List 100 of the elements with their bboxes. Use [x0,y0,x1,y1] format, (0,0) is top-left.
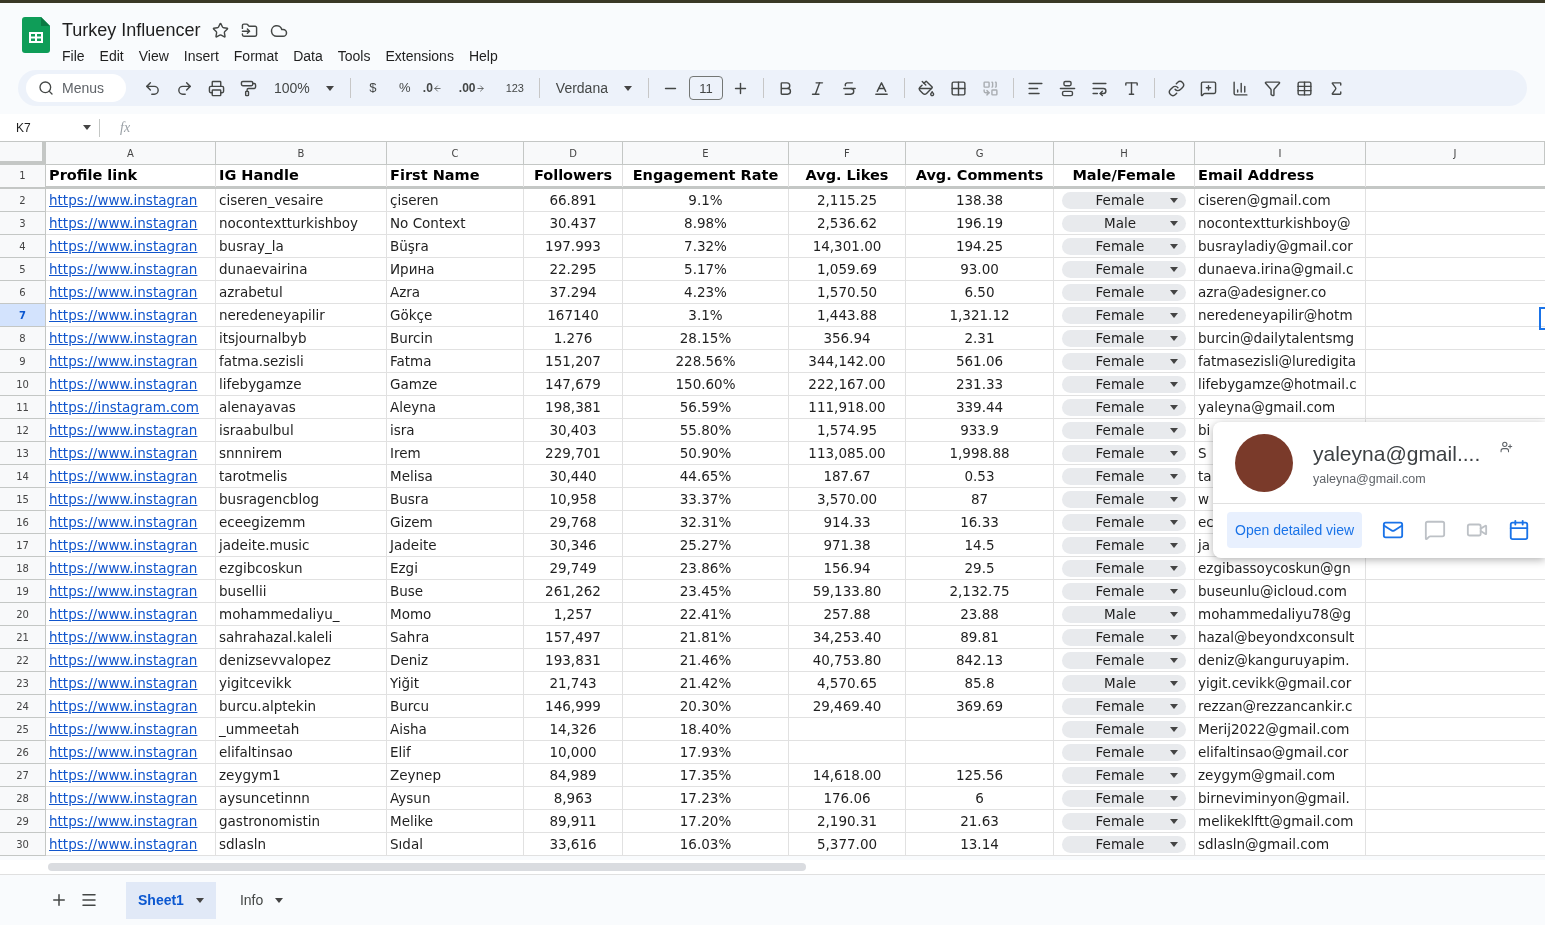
profile-link[interactable]: https://www.instagran [49,488,198,510]
profile-link[interactable]: https://www.instagran [49,189,198,211]
row-number[interactable]: 29 [0,810,46,833]
row-number[interactable]: 25 [0,718,46,741]
decrease-decimals-button[interactable]: .0 [422,79,455,97]
add-sheet-icon[interactable] [50,891,68,909]
profile-link[interactable]: https://www.instagran [49,419,198,441]
profile-link[interactable]: https://www.instagran [49,626,198,648]
menu-item[interactable]: Edit [92,46,131,67]
column-header[interactable]: G [906,142,1054,165]
row-number[interactable]: 20 [0,603,46,626]
calendar-icon[interactable] [1508,519,1531,541]
profile-link[interactable]: https://www.instagran [49,649,198,671]
profile-link[interactable]: https://www.instagran [49,511,198,533]
profile-link[interactable]: https://www.instagran [49,603,198,625]
row-number[interactable]: 14 [0,465,46,488]
column-header[interactable]: F [789,142,906,165]
gender-dropdown[interactable]: Female [1062,582,1186,600]
row-number[interactable]: 7 [0,304,46,327]
row-number[interactable]: 6 [0,281,46,304]
profile-link[interactable]: https://www.instagran [49,212,198,234]
folder-icon[interactable] [241,22,259,39]
gender-dropdown[interactable]: Female [1062,467,1186,485]
profile-link[interactable]: https://www.instagran [49,235,198,257]
profile-link[interactable]: https://www.instagran [49,810,198,832]
row-number[interactable]: 27 [0,764,46,787]
gender-dropdown[interactable]: Female [1062,421,1186,439]
row-number[interactable]: 9 [0,350,46,373]
column-header[interactable]: A [46,142,216,165]
row-number[interactable]: 17 [0,534,46,557]
row-number[interactable]: 24 [0,695,46,718]
star-icon[interactable] [212,22,230,39]
cell-reference[interactable]: K7 [16,118,31,137]
menu-item[interactable]: View [131,46,176,67]
profile-link[interactable]: https://www.instagran [49,695,198,717]
menu-item[interactable]: Format [226,46,286,67]
profile-link[interactable]: https://www.instagran [49,833,198,855]
currency-button[interactable]: $ [358,78,387,98]
column-header[interactable]: I [1195,142,1366,165]
menus-search-field[interactable]: Menus [26,74,126,102]
all-sheets-icon[interactable] [80,891,98,909]
row-number[interactable]: 28 [0,787,46,810]
gender-dropdown[interactable]: Female [1062,352,1186,370]
row-number[interactable]: 5 [0,258,46,281]
menu-item[interactable]: Help [461,46,505,67]
gender-dropdown[interactable]: Female [1062,444,1186,462]
gender-dropdown[interactable]: Male [1062,605,1186,623]
profile-link[interactable]: https://www.instagran [49,787,198,809]
gender-dropdown[interactable]: Female [1062,191,1186,209]
gender-dropdown[interactable]: Female [1062,283,1186,301]
row-number[interactable]: 13 [0,442,46,465]
menu-item[interactable]: File [55,46,92,67]
profile-link[interactable]: https://www.instagran [49,327,198,349]
gender-dropdown[interactable]: Female [1062,398,1186,416]
profile-link[interactable]: https://www.instagran [49,580,198,602]
gender-dropdown[interactable]: Female [1062,329,1186,347]
gender-dropdown[interactable]: Female [1062,743,1186,761]
font-dropdown[interactable]: Verdana [547,77,640,99]
menu-item[interactable]: Extensions [378,46,461,67]
gender-dropdown[interactable]: Female [1062,720,1186,738]
gender-dropdown[interactable]: Female [1062,237,1186,255]
row-number[interactable]: 21 [0,626,46,649]
gender-dropdown[interactable]: Female [1062,375,1186,393]
gender-dropdown[interactable]: Female [1062,306,1186,324]
gender-dropdown[interactable]: Male [1062,214,1186,232]
profile-link[interactable]: https://www.instagran [49,442,198,464]
row-number[interactable]: 22 [0,649,46,672]
row-number[interactable]: 23 [0,672,46,695]
gender-dropdown[interactable]: Female [1062,559,1186,577]
row-number[interactable]: 12 [0,419,46,442]
sheet-tab[interactable]: Info [227,881,296,919]
menu-item[interactable]: Data [286,46,330,67]
percent-button[interactable]: % [390,78,419,98]
row-number[interactable]: 3 [0,212,46,235]
profile-link[interactable]: https://www.instagran [49,718,198,740]
column-header[interactable]: C [387,142,524,165]
column-header[interactable]: B [216,142,387,165]
document-title[interactable]: Turkey Influencer [62,17,201,44]
gender-dropdown[interactable]: Female [1062,697,1186,715]
row-number[interactable]: 11 [0,396,46,419]
search-input[interactable]: Menus [62,77,114,99]
row-number[interactable]: 26 [0,741,46,764]
menu-item[interactable]: Tools [330,46,378,67]
gender-dropdown[interactable]: Female [1062,628,1186,646]
increase-decimals-button[interactable]: .00 [458,79,495,97]
number-format-button[interactable]: 123 [498,79,531,97]
profile-link[interactable]: https://www.instagran [49,764,198,786]
gender-dropdown[interactable]: Female [1062,536,1186,554]
gender-dropdown[interactable]: Female [1062,490,1186,508]
font-size-field[interactable]: 11 [689,76,723,100]
row-number[interactable]: 18 [0,557,46,580]
mail-icon[interactable] [1382,519,1405,541]
sheet-tab[interactable]: Sheet1 [126,881,216,919]
profile-link[interactable]: https://www.instagran [49,281,198,303]
profile-link[interactable]: https://instagram.com [49,396,199,418]
menu-item[interactable]: Insert [176,46,226,67]
profile-link[interactable]: https://www.instagran [49,672,198,694]
profile-link[interactable]: https://www.instagran [49,557,198,579]
horizontal-scrollbar[interactable] [48,863,806,871]
gender-dropdown[interactable]: Female [1062,812,1186,830]
